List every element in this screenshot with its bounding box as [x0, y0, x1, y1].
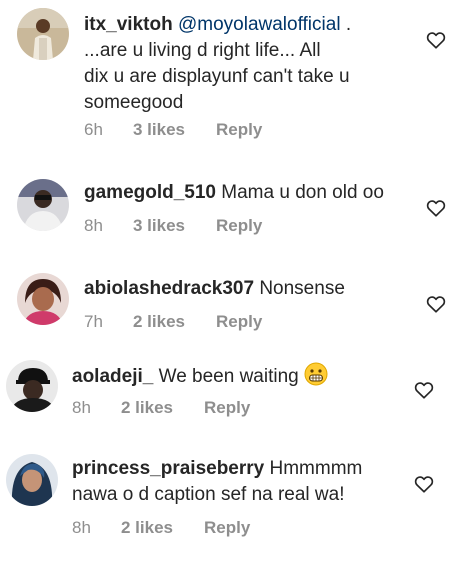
comment-username[interactable]: itx_viktoh [84, 14, 173, 35]
comment-username[interactable]: aoladeji_ [72, 366, 153, 387]
like-button[interactable] [426, 295, 446, 313]
comment-likes[interactable]: 3 likes [133, 120, 185, 140]
like-button[interactable] [414, 475, 434, 493]
grimacing-face-emoji [304, 362, 328, 386]
comment-item: itx_viktoh @moyolawalofficial . ...are u… [0, 0, 471, 150]
heart-outline-icon [426, 200, 446, 217]
heart-outline-icon [426, 296, 446, 313]
comment-meta: 8h 2 likes Reply [0, 518, 471, 540]
comment-text: aoladeji_ We been waiting [72, 362, 442, 390]
comment-meta: 8h 2 likes Reply [0, 398, 471, 420]
heart-outline-icon [414, 476, 434, 493]
comment-meta: 7h 2 likes Reply [0, 312, 471, 334]
comment-body: We been waiting [153, 366, 305, 387]
comment-mention[interactable]: @moyolawalofficial [178, 14, 341, 35]
comment-likes[interactable]: 2 likes [133, 312, 185, 332]
user-avatar-icon [17, 8, 69, 60]
like-button[interactable] [426, 31, 446, 49]
comment-text: princess_praiseberry Hmmmmm nawa o d cap… [72, 456, 442, 508]
comment-text: gamegold_510 Mama u don old oo [84, 180, 454, 206]
comment-body: Mama u don old oo [216, 182, 384, 203]
like-button[interactable] [426, 199, 446, 217]
comment-text: abiolashedrack307 Nonsense [84, 276, 454, 302]
like-button[interactable] [414, 381, 434, 399]
reply-button[interactable]: Reply [216, 120, 262, 140]
comment-item: gamegold_510 Mama u don old oo 8h 3 like… [0, 168, 471, 248]
comment-username[interactable]: abiolashedrack307 [84, 278, 254, 299]
reply-button[interactable]: Reply [216, 312, 262, 332]
comment-meta: 6h 3 likes Reply [0, 120, 471, 142]
comment-time: 8h [72, 518, 91, 537]
heart-outline-icon [426, 32, 446, 49]
comment-text: itx_viktoh @moyolawalofficial . ...are u… [84, 12, 454, 116]
comment-likes[interactable]: 3 likes [133, 216, 185, 236]
comment-likes[interactable]: 2 likes [121, 518, 173, 538]
comment-time: 6h [84, 120, 103, 139]
comment-username[interactable]: princess_praiseberry [72, 458, 264, 479]
reply-button[interactable]: Reply [204, 398, 250, 418]
comment-item: princess_praiseberry Hmmmmm nawa o d cap… [0, 444, 471, 554]
comment-meta: 8h 3 likes Reply [0, 216, 471, 238]
comment-item: abiolashedrack307 Nonsense 7h 2 likes Re… [0, 264, 471, 344]
comment-item: aoladeji_ We been waiting 8h 2 likes Rep… [0, 350, 471, 430]
reply-button[interactable]: Reply [204, 518, 250, 538]
avatar[interactable] [6, 454, 58, 506]
comment-body: Nonsense [254, 278, 345, 299]
comment-likes[interactable]: 2 likes [121, 398, 173, 418]
user-avatar-icon [6, 454, 58, 506]
heart-outline-icon [414, 382, 434, 399]
avatar[interactable] [17, 8, 69, 60]
comment-username[interactable]: gamegold_510 [84, 182, 216, 203]
comment-time: 7h [84, 312, 103, 331]
comment-time: 8h [84, 216, 103, 235]
reply-button[interactable]: Reply [216, 216, 262, 236]
comment-time: 8h [72, 398, 91, 417]
